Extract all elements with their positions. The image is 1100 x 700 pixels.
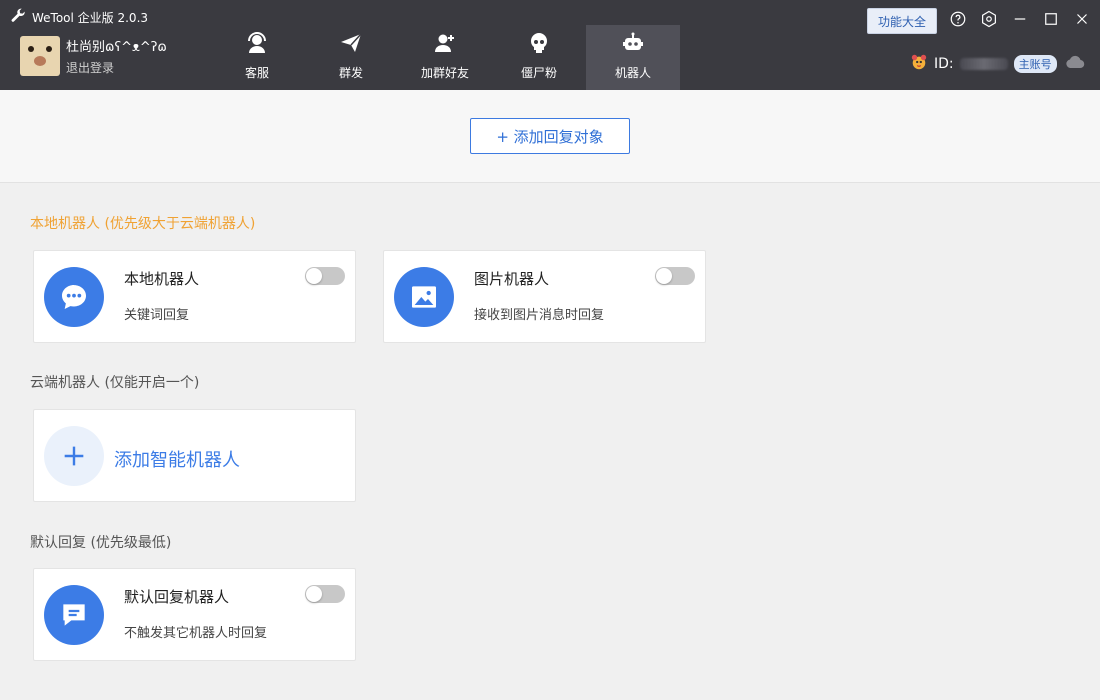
card-description: 接收到图片消息时回复 [474,308,605,323]
account-badge: 主账号 [1013,55,1057,73]
maximize-icon[interactable] [1040,8,1062,30]
default-reply-toggle[interactable] [305,585,345,603]
section-title-local: 本地机器人 (优先级大于云端机器人) [30,216,256,232]
image-robot-card[interactable]: 图片机器人 接收到图片消息时回复 [383,250,706,343]
card-title: 图片机器人 [474,270,550,288]
customer-service-icon [245,31,269,58]
plus-icon [44,426,104,486]
app-title: WeTool 企业版 2.0.3 [10,8,148,27]
main-tabs: 客服 群发 加群好友 僵尸粉 机器人 [210,25,680,90]
chat-bubble-icon [44,267,104,327]
app-title-text: WeTool 企业版 2.0.3 [32,11,149,25]
tab-broadcast[interactable]: 群发 [304,25,398,90]
minimize-icon[interactable] [1009,8,1031,30]
add-smart-robot-card[interactable]: 添加智能机器人 [33,409,356,502]
default-reply-robot-card[interactable]: 默认回复机器人 不触发其它机器人时回复 [33,568,356,661]
skull-icon [527,31,551,58]
card-title: 默认回复机器人 [124,588,230,606]
image-icon [394,267,454,327]
cloud-icon[interactable] [1063,50,1087,78]
section-title-cloud: 云端机器人 (仅能开启一个) [30,375,200,391]
id-value-redacted [959,58,1008,70]
add-reply-target-button[interactable]: + 添加回复对象 [470,118,630,154]
tab-zombie-fans[interactable]: 僵尸粉 [492,25,586,90]
close-icon[interactable] [1071,8,1093,30]
help-icon[interactable] [947,8,969,30]
tab-add-group-friends[interactable]: 加群好友 [398,25,492,90]
tab-label: 客服 [244,66,269,80]
section-title-default: 默认回复 (优先级最低) [30,535,172,551]
pet-icon [910,53,928,75]
user-profile[interactable]: 杜尚别ɷʕ^ᴥ^ʔɷ 退出登录 [20,36,167,76]
avatar[interactable] [20,36,60,76]
gear-icon[interactable] [978,8,1000,30]
user-name: 杜尚别ɷʕ^ᴥ^ʔɷ [66,40,167,55]
function-menu-button[interactable]: 功能大全 [867,8,937,34]
tab-label: 机器人 [614,66,651,80]
tab-robot[interactable]: 机器人 [586,25,680,90]
id-label: ID: [934,56,954,72]
add-friend-icon [433,31,457,58]
wrench-icon [10,8,26,27]
add-smart-robot-label: 添加智能机器人 [114,450,240,471]
add-target-bar: + 添加回复对象 [0,90,1100,183]
tab-customer-service[interactable]: 客服 [210,25,304,90]
title-bar: WeTool 企业版 2.0.3 杜尚别ɷʕ^ᴥ^ʔɷ 退出登录 客服 群发 加… [0,0,1100,90]
card-description: 不触发其它机器人时回复 [124,626,268,641]
card-description: 关键词回复 [124,308,190,323]
card-title: 本地机器人 [124,270,200,288]
logout-link[interactable]: 退出登录 [66,59,167,76]
message-icon [44,585,104,645]
local-robot-toggle[interactable] [305,267,345,285]
image-robot-toggle[interactable] [655,267,695,285]
tab-label: 群发 [338,66,363,80]
robot-icon [621,31,645,58]
tab-label: 僵尸粉 [520,66,557,80]
local-robot-card[interactable]: 本地机器人 关键词回复 [33,250,356,343]
send-icon [339,31,363,58]
account-id-area: ID: 主账号 [910,50,1087,78]
tab-label: 加群好友 [420,66,469,80]
